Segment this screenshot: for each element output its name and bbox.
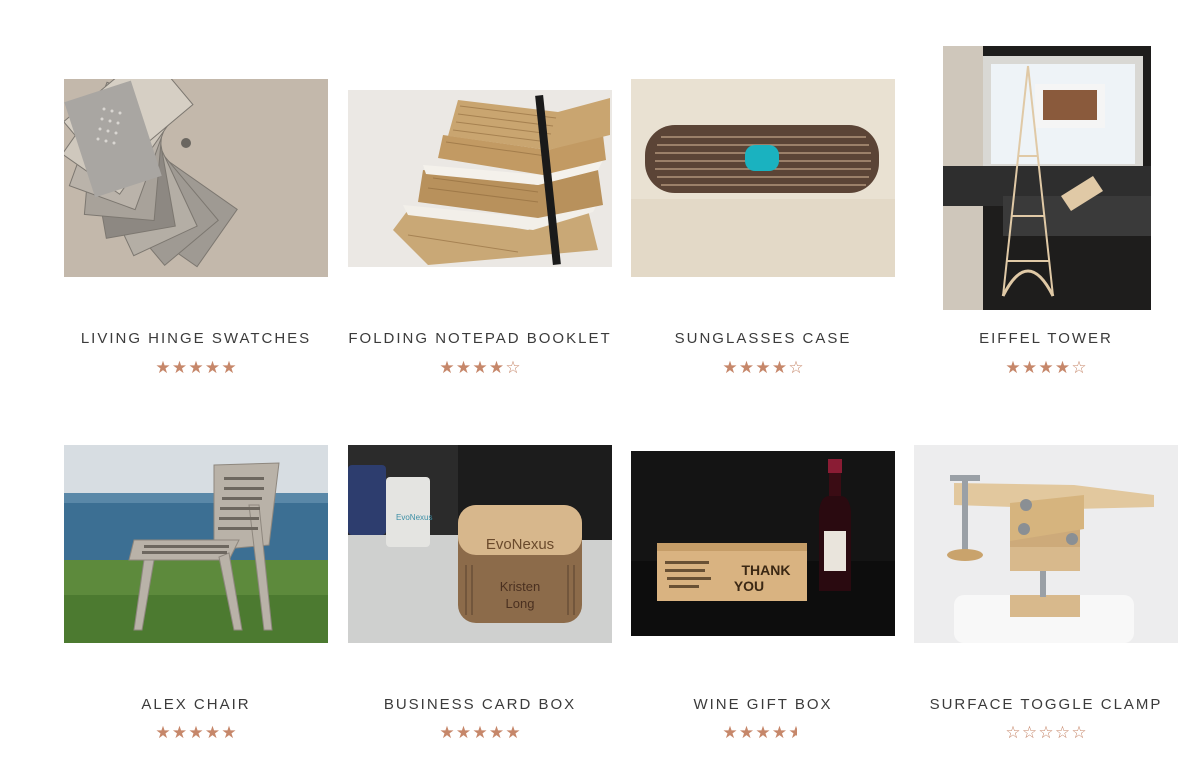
box-name-first: Kristen xyxy=(500,579,540,594)
star-full-icon: ★ xyxy=(722,358,738,377)
star-full-icon: ★ xyxy=(755,723,771,742)
rating-stars: ☆☆☆☆☆ xyxy=(914,724,1178,741)
star-full-icon: ★ xyxy=(1021,358,1038,377)
box-name-last: Long xyxy=(506,596,535,611)
box-you-text: YOU xyxy=(734,578,764,594)
product-title[interactable]: SUNGLASSES CASE xyxy=(631,330,895,347)
star-half-icon: ★ xyxy=(788,723,804,742)
rating-stars: ★★★★★ xyxy=(631,724,895,741)
star-full-icon: ★ xyxy=(1038,358,1054,377)
alex-chair-photo xyxy=(64,445,328,643)
star-full-icon: ★ xyxy=(1005,358,1021,377)
product-title[interactable]: ALEX CHAIR xyxy=(64,696,328,713)
product-image-business-card-box[interactable]: EvoNexus EvoNexus Kristen Long xyxy=(348,445,612,643)
star-full-icon: ★ xyxy=(722,723,738,742)
rating-stars: ★★★★★ xyxy=(64,359,328,376)
star-full-icon: ★ xyxy=(472,723,488,742)
eiffel-tower-photo xyxy=(943,46,1151,310)
folding-notepad-booklet-photo xyxy=(348,90,612,267)
star-full-icon: ★ xyxy=(155,723,171,742)
star-empty-icon: ☆ xyxy=(1021,723,1038,742)
rating-stars: ★★★★☆ xyxy=(914,359,1178,376)
star-full-icon: ★ xyxy=(171,358,188,377)
box-thank-text: THANK xyxy=(742,562,791,578)
star-full-icon: ★ xyxy=(188,723,204,742)
product-image-folding-notepad-booklet[interactable] xyxy=(348,90,612,267)
sunglasses-case-photo xyxy=(631,79,895,277)
rating-stars: ★★★★☆ xyxy=(348,359,612,376)
product-title[interactable]: WINE GIFT BOX xyxy=(631,696,895,713)
star-full-icon: ★ xyxy=(488,723,505,742)
product-image-wine-gift-box[interactable]: THANK YOU xyxy=(631,451,895,636)
surface-toggle-clamp-photo xyxy=(914,445,1178,643)
star-full-icon: ★ xyxy=(472,358,488,377)
rating-stars: ★★★★★ xyxy=(348,724,612,741)
star-empty-icon: ☆ xyxy=(1071,358,1087,377)
star-full-icon: ★ xyxy=(439,723,455,742)
star-empty-icon: ☆ xyxy=(1038,723,1054,742)
product-title[interactable]: SURFACE TOGGLE CLAMP xyxy=(914,696,1178,713)
star-full-icon: ★ xyxy=(439,358,455,377)
star-empty-icon: ☆ xyxy=(788,358,804,377)
business-card-box-photo: EvoNexus EvoNexus Kristen Long xyxy=(348,445,612,643)
product-image-alex-chair[interactable] xyxy=(64,445,328,643)
star-full-icon: ★ xyxy=(1054,358,1071,377)
star-full-icon: ★ xyxy=(771,723,788,742)
star-full-icon: ★ xyxy=(204,723,221,742)
living-hinge-swatches-photo xyxy=(64,79,328,277)
star-full-icon: ★ xyxy=(188,358,204,377)
star-full-icon: ★ xyxy=(771,358,788,377)
box-logo-text: EvoNexus xyxy=(486,536,554,553)
product-image-surface-toggle-clamp[interactable] xyxy=(914,445,1178,643)
star-empty-icon: ☆ xyxy=(1005,723,1021,742)
star-empty-icon: ☆ xyxy=(1071,723,1087,742)
star-full-icon: ★ xyxy=(221,723,237,742)
product-image-living-hinge-swatches[interactable] xyxy=(64,79,328,277)
star-full-icon: ★ xyxy=(455,723,472,742)
star-empty-icon: ☆ xyxy=(505,358,521,377)
star-full-icon: ★ xyxy=(204,358,221,377)
product-title[interactable]: BUSINESS CARD BOX xyxy=(348,696,612,713)
product-image-sunglasses-case[interactable] xyxy=(631,79,895,277)
star-full-icon: ★ xyxy=(738,723,755,742)
star-full-icon: ★ xyxy=(755,358,771,377)
rating-stars: ★★★★☆ xyxy=(631,359,895,376)
star-full-icon: ★ xyxy=(171,723,188,742)
star-full-icon: ★ xyxy=(488,358,505,377)
star-full-icon: ★ xyxy=(738,358,755,377)
product-title[interactable]: EIFFEL TOWER xyxy=(914,330,1178,347)
product-title[interactable]: LIVING HINGE SWATCHES xyxy=(64,330,328,347)
rating-stars: ★★★★★ xyxy=(64,724,328,741)
product-image-eiffel-tower[interactable] xyxy=(943,46,1151,310)
star-full-icon: ★ xyxy=(155,358,171,377)
product-title[interactable]: FOLDING NOTEPAD BOOKLET xyxy=(348,330,612,347)
mug-logo-text: EvoNexus xyxy=(396,513,432,522)
star-full-icon: ★ xyxy=(221,358,237,377)
wine-gift-box-photo: THANK YOU xyxy=(631,451,895,636)
star-empty-icon: ☆ xyxy=(1054,723,1071,742)
star-full-icon: ★ xyxy=(505,723,521,742)
star-full-icon: ★ xyxy=(455,358,472,377)
